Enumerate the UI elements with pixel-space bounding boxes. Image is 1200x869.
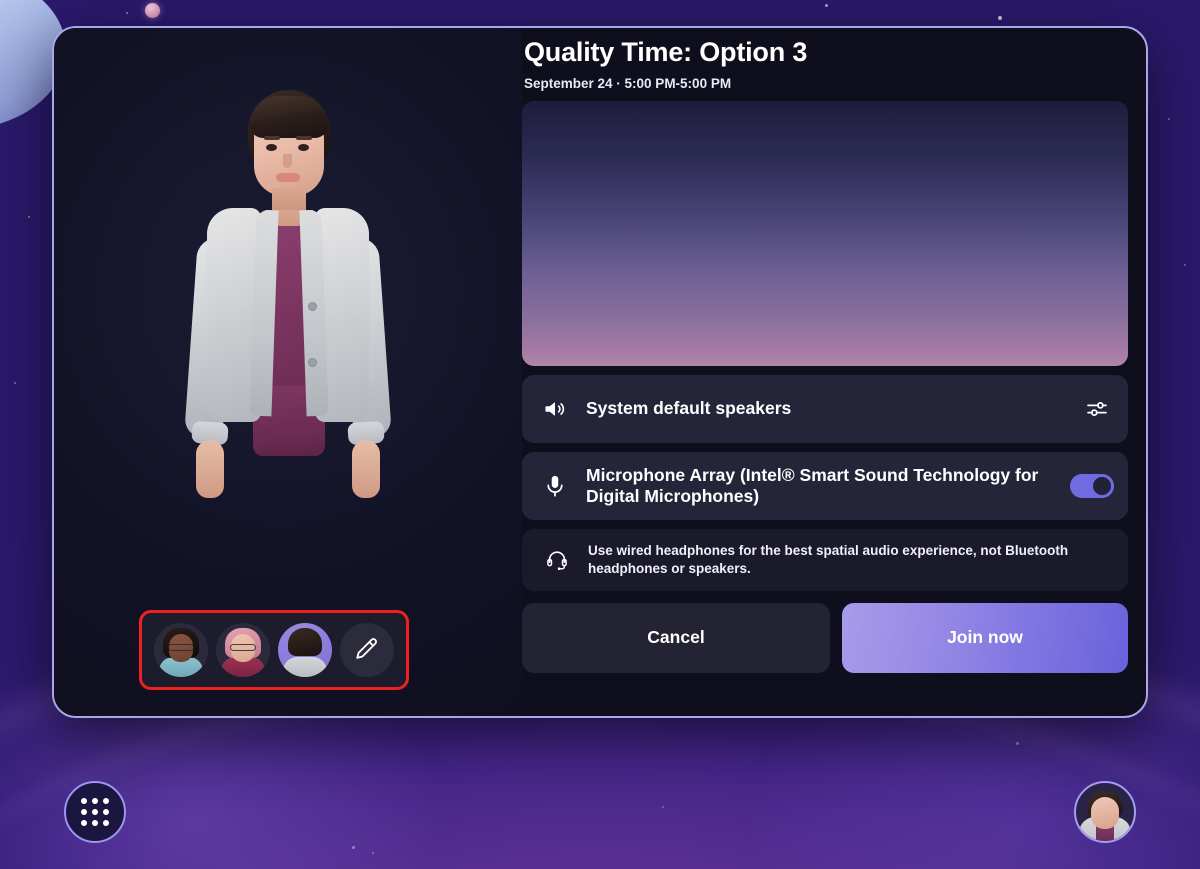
pencil-icon: [356, 638, 377, 659]
star-icon: [126, 12, 128, 14]
glasses-icon: [230, 644, 256, 651]
speaker-label: System default speakers: [586, 398, 792, 419]
star-icon: [1168, 118, 1170, 120]
pink-sphere-icon: [145, 3, 160, 18]
glasses-icon: [168, 644, 194, 651]
star-icon: [352, 846, 355, 849]
star-icon: [372, 852, 374, 854]
profile-avatar-button[interactable]: [1074, 781, 1136, 843]
device-list: System default speakers Microphone Array…: [522, 374, 1128, 591]
edit-avatar-button[interactable]: [340, 623, 394, 677]
audio-settings-button[interactable]: [1080, 397, 1114, 421]
page-title: Quality Time: Option 3: [524, 37, 808, 67]
dialog-actions: Cancel Join now: [522, 602, 1128, 673]
user-avatar-icon: [1076, 783, 1134, 841]
star-icon: [825, 4, 828, 7]
app-launcher-button[interactable]: [64, 781, 126, 843]
avatar-picker-strip[interactable]: [139, 610, 409, 690]
meeting-details-pane: Quality Time: Option 3 September 24 · 5:…: [522, 28, 1146, 716]
immersive-meeting-scene: Quality Time: Option 3 September 24 · 5:…: [0, 0, 1200, 869]
avatar-option-2[interactable]: [216, 623, 270, 677]
speaker-row[interactable]: System default speakers: [522, 374, 1128, 443]
scene-preview: [522, 100, 1128, 366]
star-icon: [28, 216, 30, 218]
star-icon: [14, 382, 16, 384]
avatar-option-1[interactable]: [154, 623, 208, 677]
headset-icon: [542, 548, 572, 572]
meeting-header: Quality Time: Option 3 September 24 · 5:…: [522, 36, 1128, 101]
star-icon: [662, 806, 664, 808]
avatar-preview-pane: [54, 28, 522, 716]
meeting-schedule: September 24 · 5:00 PM-5:00 PM: [524, 75, 732, 91]
star-icon: [1184, 264, 1186, 266]
avatar-3d-figure: [153, 90, 423, 630]
microphone-row[interactable]: Microphone Array (Intel® Smart Sound Tec…: [522, 451, 1128, 520]
microphone-label: Microphone Array (Intel® Smart Sound Tec…: [586, 464, 1039, 506]
star-icon: [1016, 742, 1019, 745]
join-now-button[interactable]: Join now: [842, 602, 1128, 673]
audio-settings-icon: [1087, 401, 1107, 416]
microphone-icon: [540, 473, 570, 499]
avatar-option-3[interactable]: [278, 623, 332, 677]
microphone-toggle[interactable]: [1070, 473, 1114, 498]
headphones-hint-label: Use wired headphones for the best spatia…: [588, 543, 1069, 576]
prejoin-dialog: Quality Time: Option 3 September 24 · 5:…: [52, 26, 1148, 718]
app-grid-icon: [81, 798, 109, 826]
star-icon: [998, 16, 1002, 20]
speaker-icon: [540, 396, 570, 422]
headphones-hint-row: Use wired headphones for the best spatia…: [522, 528, 1128, 591]
cancel-button[interactable]: Cancel: [522, 602, 830, 673]
